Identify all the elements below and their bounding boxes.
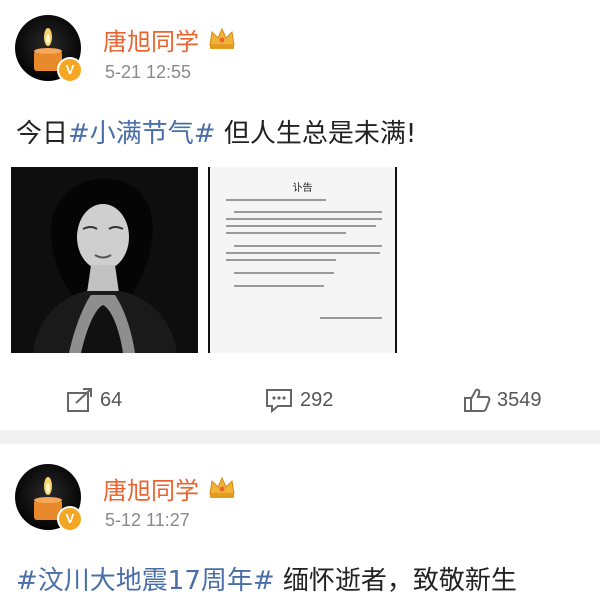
post-timestamp: 5-12 11:27	[105, 510, 190, 530]
comment-button[interactable]: 292	[264, 386, 333, 414]
weibo-post[interactable]: V 唐旭同学 5-21 12:55 今日#小满节气# 但人生总是未满! 讣告 6…	[0, 0, 600, 430]
notice-title: 讣告	[292, 183, 313, 194]
username[interactable]: 唐旭同学	[103, 22, 199, 57]
crown-icon	[209, 27, 235, 49]
verified-badge-icon: V	[57, 506, 83, 532]
verified-badge-icon: V	[57, 57, 83, 83]
portrait-image	[11, 167, 198, 353]
text-suffix: 但人生总是未满!	[215, 119, 417, 149]
comment-icon	[266, 389, 292, 413]
hashtag-link[interactable]: #小满节气#	[68, 119, 216, 149]
thumbs-up-icon	[464, 388, 491, 412]
like-count: 3549	[497, 388, 542, 411]
post-text: 今日#小满节气# 但人生总是未满!	[16, 113, 416, 150]
text-prefix: 今日	[16, 119, 69, 149]
avatar[interactable]: V	[15, 464, 83, 532]
like-button[interactable]: 3549	[463, 386, 542, 414]
portrait-photo[interactable]	[11, 167, 198, 353]
crown-icon	[209, 476, 235, 498]
post-text: #汶川大地震17周年# 缅怀逝者，致敬新生	[16, 560, 517, 597]
weibo-post[interactable]: V 唐旭同学 5-12 11:27 #汶川大地震17周年# 缅怀逝者，致敬新生	[0, 444, 600, 606]
share-count: 64	[100, 388, 123, 411]
text-suffix: 缅怀逝者，致敬新生	[274, 566, 517, 596]
post-timestamp: 5-21 12:55	[105, 62, 192, 82]
post-separator	[0, 430, 600, 444]
comment-count: 292	[300, 388, 334, 411]
avatar[interactable]: V	[15, 15, 83, 83]
share-button[interactable]: 64	[66, 386, 122, 414]
notice-document-image[interactable]: 讣告	[208, 167, 397, 353]
username[interactable]: 唐旭同学	[103, 471, 199, 506]
share-icon	[67, 388, 92, 412]
hashtag-link[interactable]: #汶川大地震17周年#	[16, 566, 275, 596]
